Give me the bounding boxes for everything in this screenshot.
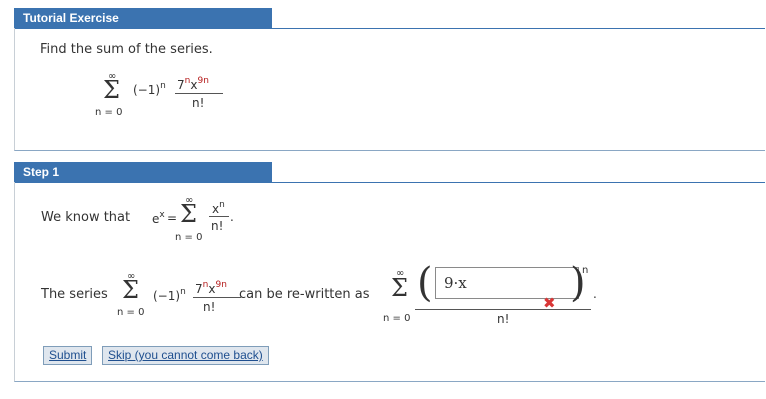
exercise-prompt: Find the sum of the series. <box>40 42 213 57</box>
sign-factor: (−1) <box>153 289 181 303</box>
summation-symbol: Σ <box>122 276 139 304</box>
sum-lower-limit: n = 0 <box>175 232 203 243</box>
e-power: ex <box>152 210 165 226</box>
series-denominator: n! <box>203 300 216 314</box>
panel-body: We know that ex = ∞ Σ n = 0 xn n! . The … <box>14 182 765 382</box>
panel-title: Step 1 <box>14 162 272 182</box>
fraction-bar <box>193 297 241 298</box>
sign-exponent: n <box>160 81 166 91</box>
coef: 7 <box>177 78 185 92</box>
series-denominator: n! <box>192 96 205 110</box>
panel-title: Tutorial Exercise <box>14 8 272 28</box>
sum-lower-limit: n = 0 <box>95 107 123 118</box>
period: . <box>230 210 234 224</box>
sign-factor: (−1) <box>133 83 161 97</box>
power-exponent: n <box>582 265 589 276</box>
var-exponent: 9n <box>215 280 227 290</box>
skip-button[interactable]: Skip (you cannot come back) <box>102 346 269 365</box>
e-exponent: x <box>159 210 165 220</box>
panel-header-bar: Step 1 <box>14 162 765 183</box>
var-exponent: 9n <box>197 76 209 86</box>
panel-header-bar: Tutorial Exercise <box>14 8 765 29</box>
target-denominator: n! <box>497 312 510 326</box>
summation-symbol: Σ <box>391 274 408 302</box>
series-numerator: 7nx9n <box>177 76 209 92</box>
answer-input[interactable]: 9·x <box>435 267 579 299</box>
summation-symbol: Σ <box>103 76 120 104</box>
sum-lower-limit: n = 0 <box>117 307 145 318</box>
known-prefix: We know that <box>41 210 131 225</box>
left-paren: ( <box>417 260 433 306</box>
fraction-bar <box>209 216 229 217</box>
num-exponent: n <box>219 200 225 210</box>
known-denominator: n! <box>211 219 224 233</box>
series-term: (−1)n <box>153 287 186 303</box>
fraction-bar <box>175 93 223 94</box>
rewrite-middle: can be re-written as <box>239 287 370 302</box>
panel-body: Find the sum of the series. ∞ Σ n = 0 (−… <box>14 28 765 151</box>
step-1-panel: Step 1 We know that ex = ∞ Σ n = 0 xn n!… <box>14 162 765 383</box>
summation-symbol: Σ <box>180 200 197 228</box>
fraction-bar <box>415 309 591 310</box>
series-term: (−1)n <box>133 81 166 97</box>
known-numerator: xn <box>212 200 225 216</box>
series-numerator: 7nx9n <box>195 280 227 296</box>
submit-button[interactable]: Submit <box>43 346 93 365</box>
coef: 7 <box>195 282 203 296</box>
sign-exponent: n <box>180 287 186 297</box>
tutorial-exercise-panel: Tutorial Exercise Find the sum of the se… <box>14 8 765 151</box>
rewrite-prefix: The series <box>41 287 108 302</box>
period: . <box>593 287 597 301</box>
equals-sign: = <box>167 211 178 225</box>
sum-lower-limit: n = 0 <box>383 313 411 324</box>
